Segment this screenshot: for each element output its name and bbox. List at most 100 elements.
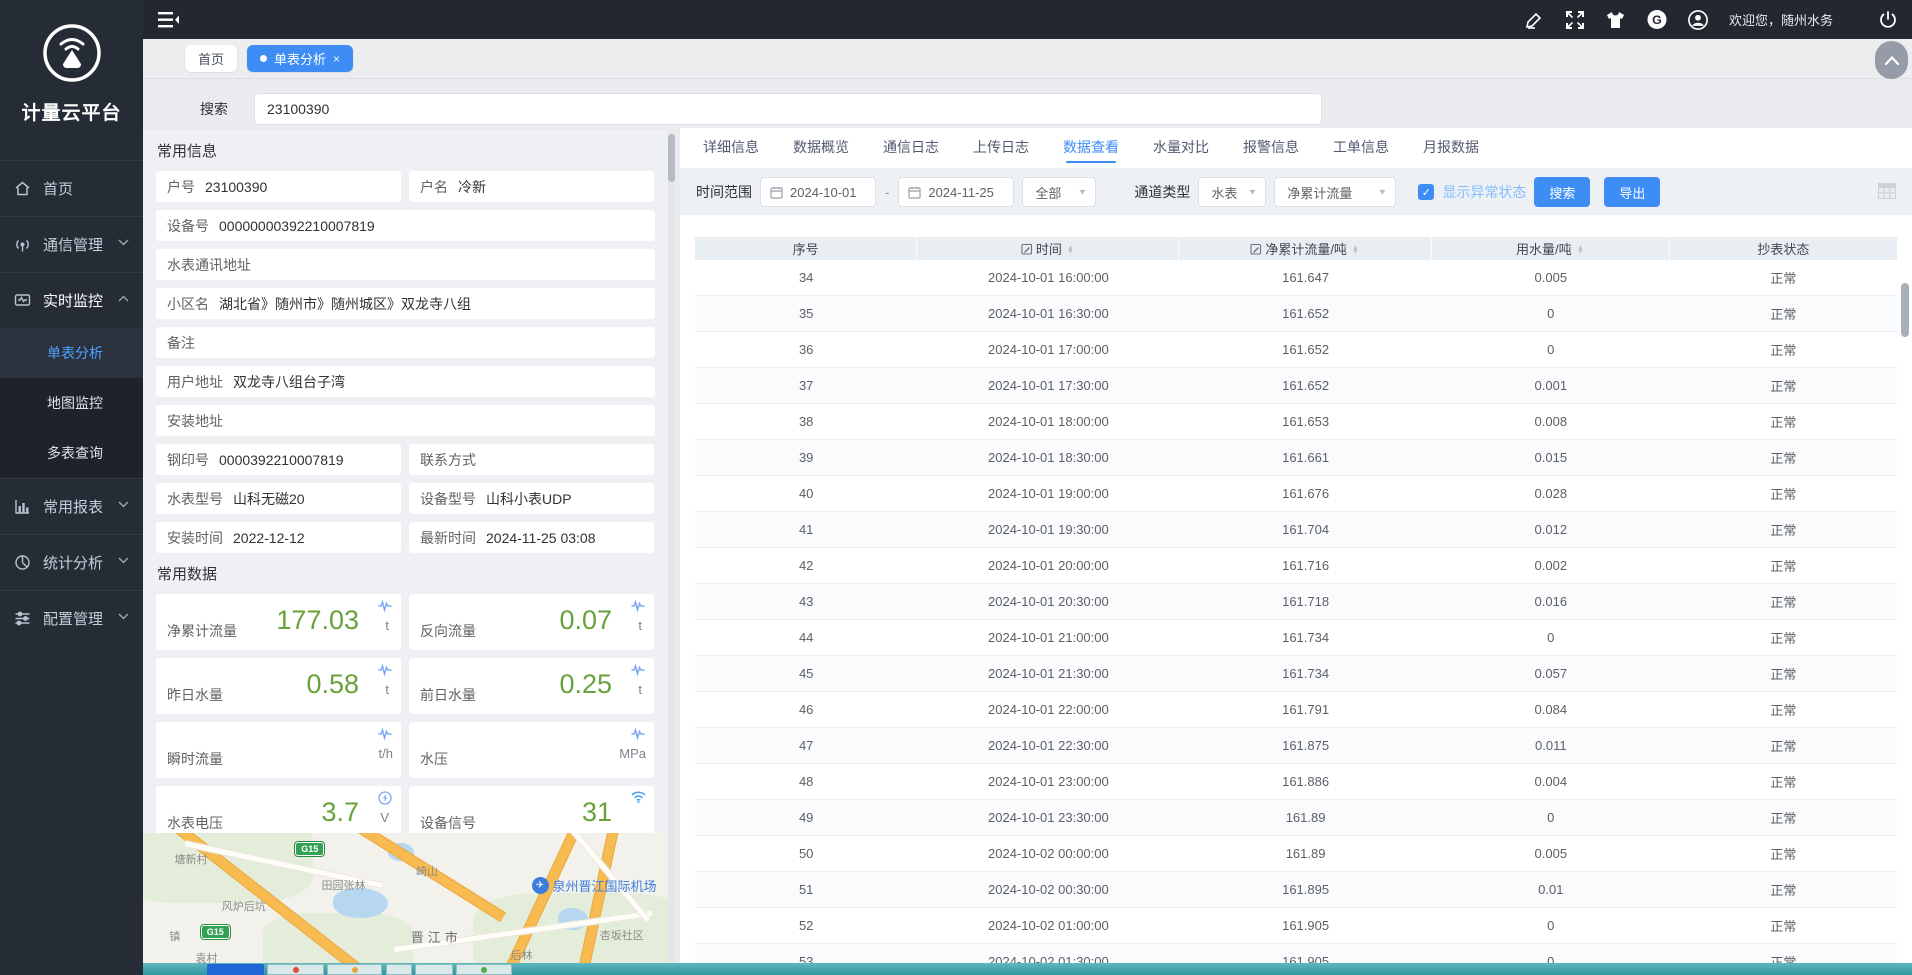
taskbar-window-button[interactable] <box>456 964 512 975</box>
chart-view-icon[interactable] <box>1021 243 1033 255</box>
highway-badge: G15 <box>295 842 324 856</box>
pulse-icon[interactable] <box>631 663 645 677</box>
table-row[interactable]: 372024-10-01 17:30:00161.6520.001正常 <box>695 368 1897 404</box>
detail-tab-工单信息[interactable]: 工单信息 <box>1324 128 1398 168</box>
table-row[interactable]: 432024-10-01 20:30:00161.7180.016正常 <box>695 584 1897 620</box>
pulse-icon[interactable] <box>378 727 392 741</box>
export-button[interactable]: 导出 <box>1604 177 1660 207</box>
taskbar-window-button[interactable] <box>267 964 324 975</box>
channel-select[interactable]: 水表▼ <box>1198 177 1266 207</box>
detail-tab-报警信息[interactable]: 报警信息 <box>1234 128 1308 168</box>
g-logo-icon[interactable]: G <box>1647 10 1667 30</box>
fullscreen-icon[interactable] <box>1565 10 1585 30</box>
metric-select[interactable]: 净累计流量▼ <box>1274 177 1396 207</box>
cell: 2024-10-01 21:00:00 <box>917 630 1179 645</box>
cell: 正常 <box>1670 340 1897 359</box>
search-input[interactable] <box>254 93 1322 125</box>
location-map[interactable]: 塘新村崎山田园张林风炉后坑镇晋江市杏坂社区后林袁村G15G15✈泉州晋江国际机场 <box>143 833 668 963</box>
date-to-input[interactable]: 2024-11-25 <box>898 177 1014 207</box>
table-row[interactable]: 512024-10-02 00:30:00161.8950.01正常 <box>695 872 1897 908</box>
table-row[interactable]: 412024-10-01 19:30:00161.7040.012正常 <box>695 512 1897 548</box>
sidebar-subitem-单表分析[interactable]: 单表分析 <box>0 328 143 378</box>
cell: 正常 <box>1670 700 1897 719</box>
sidebar-item-8[interactable]: 配置管理 <box>0 590 143 646</box>
table-row[interactable]: 522024-10-02 01:00:00161.9050正常 <box>695 908 1897 944</box>
field-label: 水表通讯地址 <box>167 255 251 275</box>
pulse-icon[interactable] <box>631 599 645 613</box>
taskbar-window-button[interactable] <box>415 964 453 975</box>
voltage-icon[interactable] <box>378 791 392 805</box>
edit-icon[interactable] <box>1524 10 1544 30</box>
shirt-icon[interactable] <box>1606 10 1626 30</box>
tab-pill-首页[interactable]: 首页 <box>185 45 237 72</box>
show-abnormal-label[interactable]: 显示异常状态 <box>1442 182 1526 202</box>
table-row[interactable]: 402024-10-01 19:00:00161.6760.028正常 <box>695 476 1897 512</box>
detail-tab-月报数据[interactable]: 月报数据 <box>1414 128 1488 168</box>
sidebar-item-7[interactable]: 统计分析 <box>0 534 143 590</box>
field-value: 湖北省》随州市》随州城区》双龙寺八组 <box>219 294 471 314</box>
taskbar-window-button[interactable] <box>207 964 264 975</box>
pulse-icon[interactable] <box>378 663 392 677</box>
metric-card-反向流量: 反向流量0.07t <box>409 594 654 650</box>
close-icon[interactable]: × <box>333 52 340 66</box>
cell: 161.652 <box>1179 306 1431 321</box>
sort-carets[interactable]: ▲▼ <box>1066 245 1075 253</box>
interval-select[interactable]: 全部▼ <box>1022 177 1096 207</box>
table-row[interactable]: 452024-10-01 21:30:00161.7340.057正常 <box>695 656 1897 692</box>
sidebar-item-1[interactable]: 通信管理 <box>0 216 143 272</box>
table-row[interactable]: 472024-10-01 22:30:00161.8750.011正常 <box>695 728 1897 764</box>
table-row[interactable]: 482024-10-01 23:00:00161.8860.004正常 <box>695 764 1897 800</box>
table-row[interactable]: 442024-10-01 21:00:00161.7340正常 <box>695 620 1897 656</box>
table-row[interactable]: 502024-10-02 00:00:00161.890.005正常 <box>695 836 1897 872</box>
show-abnormal-checkbox[interactable]: ✓ <box>1418 184 1434 200</box>
sidebar-item-2[interactable]: 实时监控 <box>0 272 143 328</box>
detail-tab-上传日志[interactable]: 上传日志 <box>964 128 1038 168</box>
chevron-down-icon <box>118 557 130 569</box>
taskbar-window-button[interactable] <box>327 964 382 975</box>
sort-carets[interactable]: ▲▼ <box>1576 245 1585 253</box>
pulse-icon[interactable] <box>378 599 392 613</box>
scroll-to-top-button[interactable] <box>1875 41 1908 79</box>
table-row[interactable]: 492024-10-01 23:30:00161.890正常 <box>695 800 1897 836</box>
detail-tab-详细信息[interactable]: 详细信息 <box>694 128 768 168</box>
left-panel-scrollbar[interactable] <box>668 132 675 963</box>
sidebar-item-0[interactable]: 首页 <box>0 160 143 216</box>
avatar-icon[interactable] <box>1688 10 1708 30</box>
table-row[interactable]: 462024-10-01 22:00:00161.7910.084正常 <box>695 692 1897 728</box>
field-label: 水表型号 <box>167 489 223 509</box>
table-row[interactable]: 382024-10-01 18:00:00161.6530.008正常 <box>695 404 1897 440</box>
column-header-净累计流量/吨[interactable]: 净累计流量/吨▲▼ <box>1179 237 1431 260</box>
detail-tab-水量对比[interactable]: 水量对比 <box>1144 128 1218 168</box>
cell: 51 <box>695 882 917 897</box>
tab-pill-单表分析[interactable]: 单表分析× <box>247 45 353 72</box>
table-row[interactable]: 362024-10-01 17:00:00161.6520正常 <box>695 332 1897 368</box>
table-row[interactable]: 342024-10-01 16:00:00161.6470.005正常 <box>695 260 1897 296</box>
wifi-icon[interactable] <box>631 791 645 805</box>
sidebar-subitem-地图监控[interactable]: 地图监控 <box>0 378 143 428</box>
power-icon[interactable] <box>1878 10 1898 30</box>
column-header-时间[interactable]: 时间▲▼ <box>917 237 1179 260</box>
column-header-用水量/吨[interactable]: 用水量/吨▲▼ <box>1432 237 1670 260</box>
detail-tab-通信日志[interactable]: 通信日志 <box>874 128 948 168</box>
detail-tab-数据概览[interactable]: 数据概览 <box>784 128 858 168</box>
field-安装时间: 安装时间2022-12-12 <box>156 522 401 553</box>
chart-view-icon[interactable] <box>1250 243 1262 255</box>
table-scrollbar-thumb[interactable] <box>1901 283 1909 337</box>
detail-tab-数据查看[interactable]: 数据查看 <box>1054 128 1128 168</box>
table-row[interactable]: 352024-10-01 16:30:00161.6520正常 <box>695 296 1897 332</box>
column-settings-icon[interactable] <box>1878 183 1896 199</box>
table-row[interactable]: 392024-10-01 18:30:00161.6610.015正常 <box>695 440 1897 476</box>
table-row[interactable]: 532024-10-02 01:30:00161.9050正常 <box>695 944 1897 963</box>
cell: 35 <box>695 306 917 321</box>
sidebar-item-6[interactable]: 常用报表 <box>0 478 143 534</box>
menu-collapse-icon[interactable] <box>158 11 180 29</box>
pulse-icon[interactable] <box>631 727 645 741</box>
sidebar-subitem-多表查询[interactable]: 多表查询 <box>0 428 143 478</box>
search-button[interactable]: 搜索 <box>1534 177 1590 207</box>
field-label: 钢印号 <box>167 450 209 470</box>
taskbar-window-button[interactable] <box>386 964 412 975</box>
date-from-input[interactable]: 2024-10-01 <box>760 177 876 207</box>
sort-carets[interactable]: ▲▼ <box>1351 245 1360 253</box>
table-row[interactable]: 422024-10-01 20:00:00161.7160.002正常 <box>695 548 1897 584</box>
cell: 正常 <box>1670 376 1897 395</box>
